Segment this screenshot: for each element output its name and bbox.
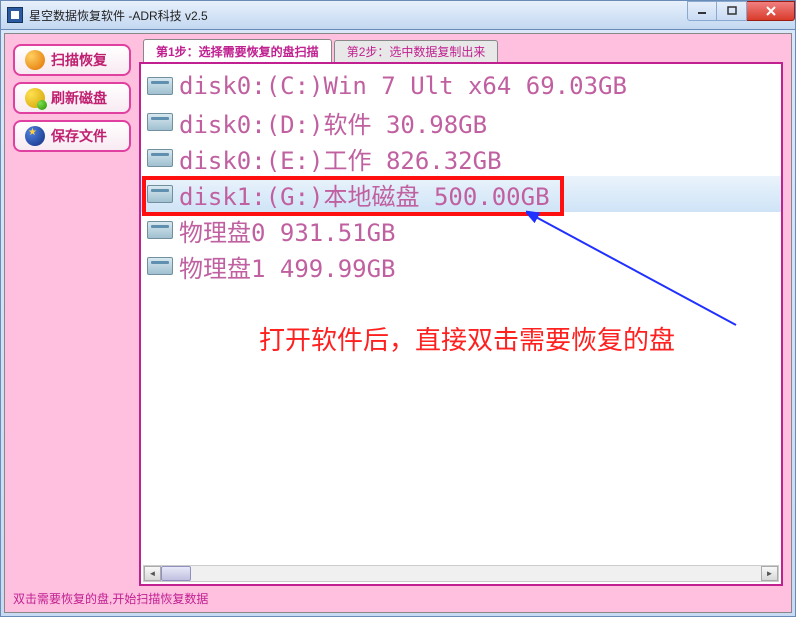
disk-row[interactable]: disk0:(E:)工作 826.32GB: [141, 140, 781, 176]
status-bar: 双击需要恢复的盘,开始扫描恢复数据: [9, 588, 787, 608]
disk-list-panel: disk0:(C:)Win 7 Ult x64 69.03GB disk0:(D:…: [139, 62, 783, 586]
close-button[interactable]: [747, 1, 795, 21]
tab-step1[interactable]: 第1步：选择需要恢复的盘扫描: [143, 39, 332, 62]
scroll-thumb[interactable]: [161, 566, 191, 581]
refresh-icon: [25, 88, 45, 108]
disk-row[interactable]: disk1:(G:)本地磁盘 500.00GB: [141, 176, 781, 212]
disk-row[interactable]: 物理盘0 931.51GB: [141, 212, 781, 248]
save-file-button[interactable]: 保存文件: [13, 120, 131, 152]
save-icon: [25, 126, 45, 146]
scan-label: 扫描恢复: [51, 50, 107, 70]
annotation-text: 打开软件后，直接双击需要恢复的盘: [259, 320, 675, 357]
disk-row[interactable]: disk0:(C:)Win 7 Ult x64 69.03GB: [141, 68, 781, 104]
maximize-button[interactable]: [717, 1, 747, 21]
sidebar: 扫描恢复 刷新磁盘 保存文件: [9, 38, 139, 588]
disk-label: disk0:(E:)工作 826.32GB: [179, 141, 502, 176]
disk-label: disk0:(D:)软件 30.98GB: [179, 105, 487, 140]
tab-step2[interactable]: 第2步：选中数据复制出来: [334, 40, 499, 62]
disk-label: disk1:(G:)本地磁盘 500.00GB: [179, 177, 550, 212]
drive-icon: [147, 149, 173, 167]
drive-icon: [147, 257, 173, 275]
titlebar[interactable]: 星空数据恢复软件 -ADR科技 v2.5: [0, 0, 796, 30]
disk-label: 物理盘1 499.99GB: [179, 249, 396, 284]
scroll-right-button[interactable]: ►: [761, 566, 778, 581]
window-title: 星空数据恢复软件 -ADR科技 v2.5: [29, 7, 208, 24]
drive-icon: [147, 77, 173, 95]
scan-recover-button[interactable]: 扫描恢复: [13, 44, 131, 76]
client-area: 扫描恢复 刷新磁盘 保存文件 第1步：选择需要恢复的盘扫描 第2步：选中数据复制…: [0, 30, 796, 617]
minimize-button[interactable]: [687, 1, 717, 21]
refresh-label: 刷新磁盘: [51, 88, 107, 108]
main-frame: 扫描恢复 刷新磁盘 保存文件 第1步：选择需要恢复的盘扫描 第2步：选中数据复制…: [4, 33, 792, 613]
horizontal-scrollbar[interactable]: ◄ ►: [143, 565, 779, 582]
content-area: 第1步：选择需要恢复的盘扫描 第2步：选中数据复制出来 disk0:(C:)Wi…: [139, 38, 787, 588]
scroll-left-button[interactable]: ◄: [144, 566, 161, 581]
drive-icon: [147, 221, 173, 239]
app-icon: [7, 7, 23, 23]
drive-icon: [147, 113, 173, 131]
save-label: 保存文件: [51, 126, 107, 146]
refresh-disk-button[interactable]: 刷新磁盘: [13, 82, 131, 114]
disk-list: disk0:(C:)Win 7 Ult x64 69.03GB disk0:(D:…: [141, 64, 781, 288]
disk-row[interactable]: 物理盘1 499.99GB: [141, 248, 781, 284]
disk-label: disk0:(C:)Win 7 Ult x64 69.03GB: [179, 72, 627, 100]
scroll-track[interactable]: [161, 566, 761, 581]
disk-row[interactable]: disk0:(D:)软件 30.98GB: [141, 104, 781, 140]
drive-icon: [147, 185, 173, 203]
tab-strip: 第1步：选择需要恢复的盘扫描 第2步：选中数据复制出来: [139, 38, 787, 62]
magnifier-icon: [25, 50, 45, 70]
disk-label: 物理盘0 931.51GB: [179, 213, 396, 248]
